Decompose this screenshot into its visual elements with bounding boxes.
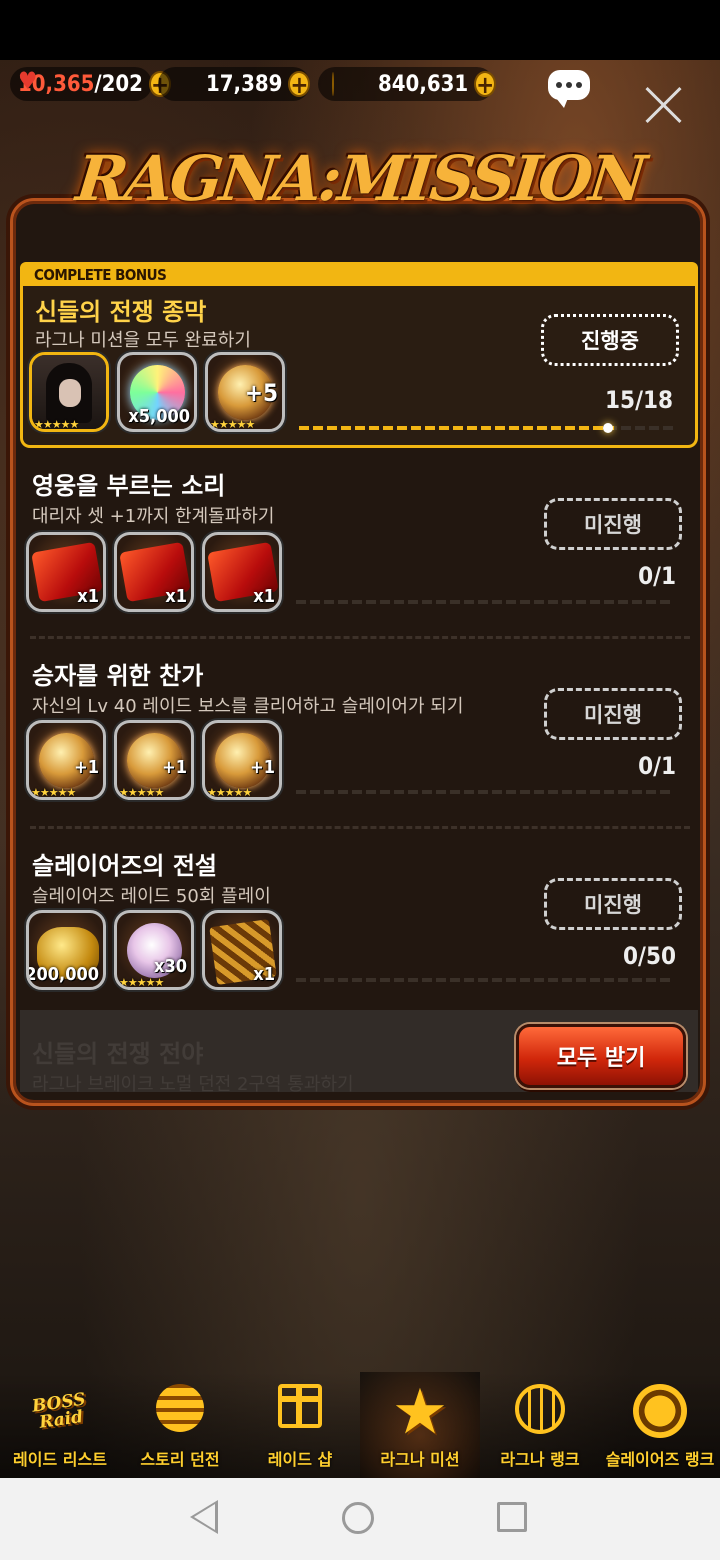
- gold-coin-icon: [332, 72, 334, 96]
- recent-apps-icon[interactable]: [497, 1502, 527, 1532]
- system-nav-bar: [0, 1478, 720, 1560]
- reward-slot[interactable]: ★★★★★: [29, 352, 109, 432]
- boss-raid-icon: BOSS Raid: [30, 1389, 87, 1433]
- nav-ragna-rank[interactable]: 라그나 랭크: [480, 1372, 600, 1478]
- progress-count: 0/1: [638, 752, 676, 780]
- mission-title: 영웅을 부르는 소리: [32, 472, 226, 500]
- status-bar: [0, 0, 720, 60]
- slayers-rank-icon: [633, 1384, 687, 1438]
- reward-slot[interactable]: +1 ★★★★★: [26, 720, 106, 800]
- nav-raid-shop[interactable]: 레이드 샵: [240, 1372, 360, 1478]
- back-icon[interactable]: [190, 1500, 218, 1534]
- reward-slot[interactable]: x1: [202, 910, 282, 990]
- reward-slot[interactable]: x30 ★★★★★: [114, 910, 194, 990]
- gold-counter: 840,631 +: [318, 67, 497, 101]
- gift-icon: [278, 1384, 322, 1428]
- reward-slot[interactable]: +5 ★★★★★: [205, 352, 285, 432]
- gold-value: 840,631: [378, 71, 469, 97]
- mission-item: 영웅을 부르는 소리 대리자 셋 +1까지 한계돌파하기 x1 x1 x1 미진…: [20, 458, 698, 638]
- gem-value: 17,389: [206, 71, 283, 97]
- stamina-max: /202: [94, 71, 143, 97]
- reward-slot[interactable]: +1 ★★★★★: [114, 720, 194, 800]
- not-started-button[interactable]: 미진행: [544, 688, 682, 740]
- add-gems-button[interactable]: +: [288, 71, 311, 97]
- progress-count: 15/18: [605, 386, 673, 414]
- close-icon[interactable]: [644, 85, 684, 125]
- mission-description: 대리자 셋 +1까지 한계돌파하기: [32, 506, 275, 527]
- mission-star-icon: ★: [394, 1379, 446, 1445]
- complete-bonus-ribbon: COMPLETE BONUS: [20, 262, 698, 288]
- mission-description: 슬레이어즈 레이드 50회 플레이: [32, 886, 271, 907]
- mission-description: 라그나 브레이크 노멀 던전 2구역 통과하기: [32, 1074, 354, 1092]
- mission-title: 신들의 전쟁 종막: [35, 298, 207, 326]
- progress-bar: [296, 600, 674, 604]
- reward-slot[interactable]: x1: [114, 532, 194, 612]
- progress-bar: [296, 978, 674, 982]
- stamina-counter: 10,365 /202 +: [10, 67, 172, 101]
- progress-count: 0/1: [638, 562, 676, 590]
- bottom-nav: BOSS Raid 레이드 리스트 스토리 던전 레이드 샵 ★ 라그나 미션 라…: [0, 1372, 720, 1478]
- mission-item: 슬레이어즈의 전설 슬레이어즈 레이드 50회 플레이 x200,000 x30…: [20, 838, 698, 1008]
- complete-bonus-mission: 신들의 전쟁 종막 라그나 미션을 모두 완료하기 ★★★★★ x5,000 +…: [20, 286, 698, 448]
- reward-slot[interactable]: x200,000: [26, 910, 106, 990]
- ragna-mission-logo: RAGNA:MISSION: [72, 141, 648, 215]
- reward-slot[interactable]: x1: [26, 532, 106, 612]
- mission-title: 신들의 전쟁 전야: [32, 1040, 204, 1068]
- receive-all-button[interactable]: 모두 받기: [516, 1024, 686, 1088]
- mission-description: 라그나 미션을 모두 완료하기: [35, 330, 251, 351]
- mission-description: 자신의 Lv 40 레이드 보스를 클리어하고 슬레이어가 되기: [32, 696, 464, 717]
- reward-slot[interactable]: x1: [202, 532, 282, 612]
- divider: [30, 826, 690, 829]
- reward-slot[interactable]: +1 ★★★★★: [202, 720, 282, 800]
- mission-list[interactable]: COMPLETE BONUS 신들의 전쟁 종막 라그나 미션을 모두 완료하기…: [20, 262, 700, 1092]
- divider: [30, 636, 690, 639]
- ring-icon: [156, 1384, 204, 1432]
- reward-slot[interactable]: x5,000: [117, 352, 197, 432]
- mission-title: 승자를 위한 찬가: [32, 662, 204, 690]
- chat-icon[interactable]: [548, 70, 590, 108]
- not-started-button[interactable]: 미진행: [544, 498, 682, 550]
- mission-title: 슬레이어즈의 전설: [32, 852, 217, 880]
- home-icon[interactable]: [342, 1502, 374, 1534]
- in-progress-button[interactable]: 진행중: [541, 314, 679, 366]
- rank-globe-icon: [515, 1384, 565, 1434]
- progress-bar: [299, 423, 677, 433]
- progress-bar: [296, 790, 674, 794]
- nav-ragna-mission[interactable]: ★ 라그나 미션: [360, 1372, 480, 1478]
- nav-raid-list[interactable]: BOSS Raid 레이드 리스트: [0, 1372, 120, 1478]
- gem-counter: 17,389 +: [158, 67, 311, 101]
- not-started-button[interactable]: 미진행: [544, 878, 682, 930]
- nav-story-dungeon[interactable]: 스토리 던전: [120, 1372, 240, 1478]
- progress-count: 0/50: [623, 942, 676, 970]
- nav-slayers-rank[interactable]: 슬레이어즈 랭크: [600, 1372, 720, 1478]
- mission-item: 승자를 위한 찬가 자신의 Lv 40 레이드 보스를 클리어하고 슬레이어가 …: [20, 648, 698, 828]
- add-gold-button[interactable]: +: [474, 71, 497, 97]
